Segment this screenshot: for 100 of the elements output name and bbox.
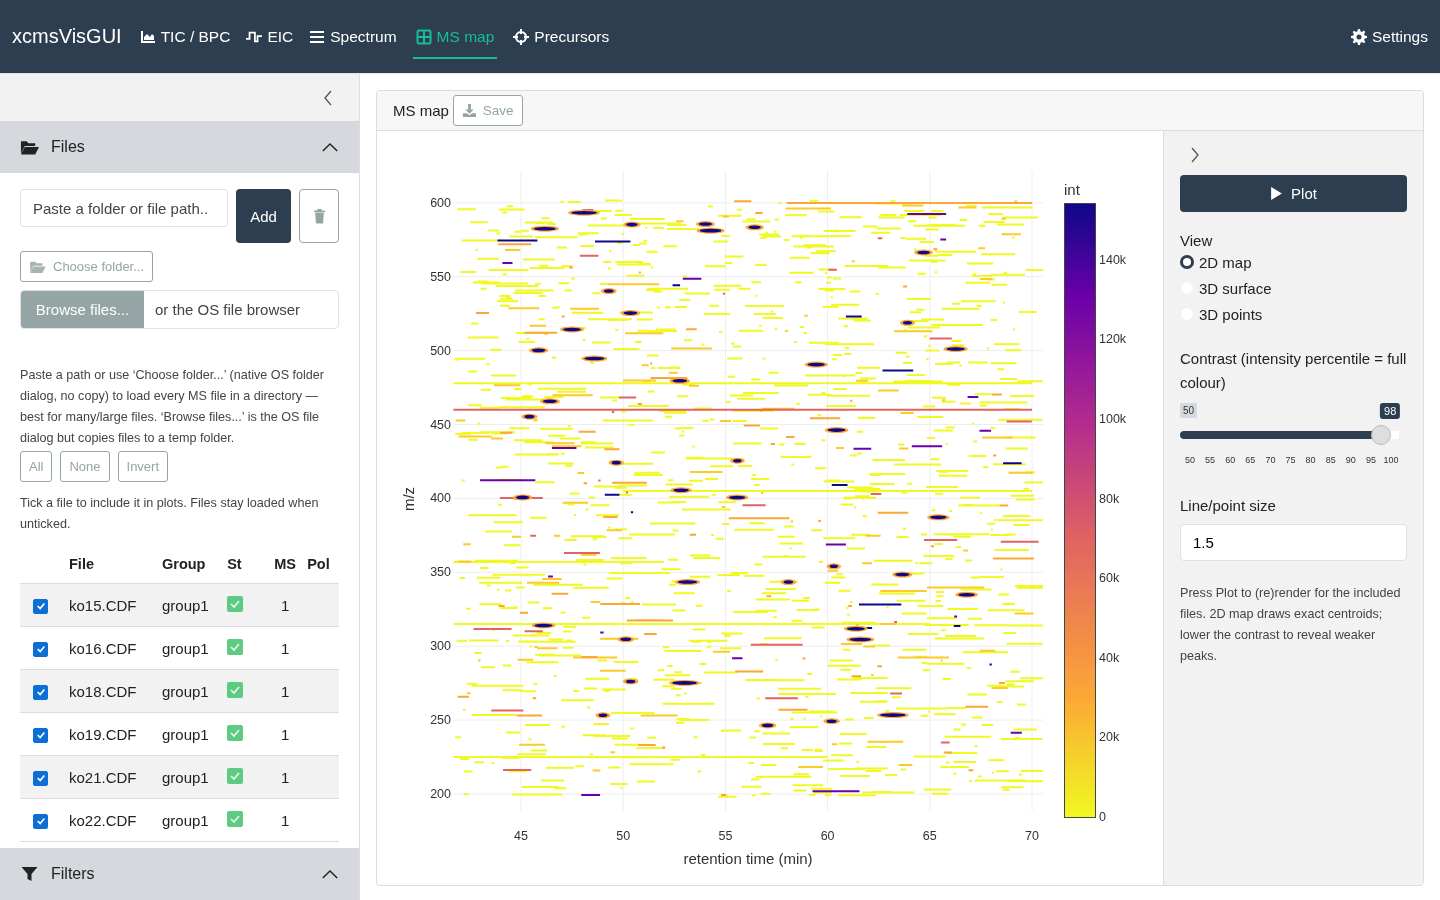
slider-handle[interactable] — [1371, 425, 1392, 445]
nav-tab[interactable]: MS map — [412, 14, 498, 59]
row-checkbox[interactable] — [33, 641, 48, 657]
checkmark-icon — [35, 601, 46, 612]
row-checkbox[interactable] — [33, 813, 48, 829]
table-cell: group1 — [161, 712, 227, 756]
files-header[interactable]: Files — [0, 121, 359, 173]
colorbar-tick-label: 80k — [1099, 491, 1120, 506]
table-cell: ko18.CDF — [68, 669, 161, 713]
table-cell: 1 — [264, 626, 307, 670]
table-cell: group1 — [161, 626, 227, 670]
colorbar-title: int — [1064, 181, 1080, 198]
settings-icon — [1351, 28, 1367, 45]
brand-title[interactable]: xcmsVisGUI — [12, 25, 122, 48]
add-button[interactable]: Add — [236, 189, 291, 243]
x-tick-label: 70 — [1025, 829, 1039, 843]
y-tick-label: 250 — [430, 713, 451, 728]
slider-tick-label: 75 — [1285, 455, 1296, 465]
view-option[interactable]: 3D surface — [1180, 275, 1407, 301]
checkmark-icon — [35, 730, 46, 741]
column-header: Pol — [306, 545, 339, 584]
area-chart-icon — [139, 28, 156, 45]
y-tick-label: 200 — [430, 787, 451, 801]
view-label: View — [1180, 232, 1214, 249]
column-header: Group — [161, 545, 227, 584]
y-tick-label: 350 — [430, 565, 451, 580]
slider-tick-label: 60 — [1225, 455, 1236, 465]
x-tick-label: 60 — [820, 829, 835, 843]
colorbar-tick-label: 60k — [1099, 571, 1120, 586]
help-text: Paste a path or use ‘Choose folder...’ (native OS folder dialog, no copy) to load every MS file in a directory — best for many/large files. ‘Browse files...’ is the OS file dialog but copies files to a temp folder. — [20, 367, 326, 447]
slider-tick-label: 95 — [1365, 455, 1376, 465]
view-option[interactable]: 3D points — [1180, 301, 1407, 327]
slider-value-label: 98 — [1380, 403, 1401, 419]
expand-icon[interactable] — [1190, 147, 1200, 163]
table-cell: ko21.CDF — [68, 755, 161, 799]
x-tick-label: 50 — [616, 829, 631, 843]
table-cell: 1 — [264, 755, 307, 799]
colorbar-tick-label: 140k — [1099, 252, 1127, 267]
table-cell: 1 — [264, 583, 307, 627]
crosshair-icon — [513, 28, 530, 45]
y-tick-label: 300 — [430, 639, 451, 654]
slider-tick-label: 55 — [1205, 455, 1216, 465]
slider-tick-label: 70 — [1265, 455, 1276, 465]
plot-button[interactable]: Plot — [1180, 175, 1407, 212]
filters-header[interactable]: Filters — [0, 848, 359, 900]
colorbar-tick-label: 20k — [1099, 730, 1120, 745]
view-option[interactable]: 2D map — [1180, 249, 1407, 275]
slider-tick-label: 85 — [1325, 455, 1336, 465]
column-header: MS — [264, 545, 307, 584]
help-text: Press Plot to (re)render for the included files. 2D map draws exact centroids; lower the contrast to reveal weaker peaks. — [1180, 585, 1402, 665]
column-header: File — [68, 545, 161, 584]
table-cell: ko22.CDF — [68, 798, 161, 842]
slider-tick-label: 65 — [1245, 455, 1256, 465]
slider-tick-label: 50 — [1185, 455, 1195, 465]
table-cell: 1 — [264, 669, 307, 713]
table-cell: 1 — [264, 712, 307, 756]
nav-tab[interactable]: Spectrum — [309, 14, 397, 59]
path-field[interactable]: Paste a folder or file path.. — [20, 189, 228, 227]
filter-icon — [20, 866, 39, 882]
folder-icon — [20, 139, 39, 155]
x-tick-label: 65 — [922, 829, 937, 843]
size-field[interactable]: 1.5 — [1180, 524, 1407, 561]
colorbar-tick-label: 120k — [1099, 332, 1127, 347]
slider-tick-label: 80 — [1305, 455, 1316, 465]
chevron-icon — [321, 868, 339, 880]
y-axis-label: m/z — [400, 486, 417, 512]
y-tick-label: 550 — [430, 269, 451, 284]
size-label: Line/point size — [1180, 497, 1277, 514]
checkmark-icon — [35, 773, 46, 784]
table-cell: group1 — [161, 669, 227, 713]
y-tick-label: 450 — [430, 417, 451, 432]
x-tick-label: 45 — [514, 829, 528, 843]
row-checkbox[interactable] — [33, 727, 48, 743]
menu-icon — [309, 28, 326, 45]
collapse-icon[interactable] — [323, 89, 333, 106]
nav-tab[interactable]: EIC — [246, 14, 294, 59]
colorbar-tick-label: 40k — [1099, 650, 1120, 665]
checkmark-icon — [35, 687, 46, 698]
download-icon — [461, 103, 477, 118]
contrast-label: Contrast (intensity percentile = full colour) — [1180, 349, 1407, 393]
radio-button[interactable] — [1180, 255, 1194, 269]
chevron-icon — [321, 141, 339, 153]
x-axis-label: retention time (min) — [683, 850, 813, 867]
trash-icon — [312, 208, 326, 224]
row-checkbox[interactable] — [33, 684, 48, 700]
table-cell: ko16.CDF — [68, 626, 161, 670]
grid-icon — [415, 28, 432, 45]
colorbar-tick-label: 0 — [1099, 810, 1106, 824]
row-checkbox[interactable] — [33, 598, 48, 614]
row-checkbox[interactable] — [33, 770, 48, 786]
table-cell: group1 — [161, 583, 227, 627]
folder-icon — [29, 260, 46, 273]
settings-link[interactable]: Settings — [1351, 14, 1428, 59]
nav-tab[interactable]: TIC / BPC — [139, 14, 231, 59]
colorbar-tick-label: 100k — [1099, 412, 1127, 426]
checkmark-icon — [35, 644, 46, 655]
nav-tab[interactable]: Precursors — [513, 14, 610, 59]
column-header: St — [226, 545, 265, 584]
table-cell: ko15.CDF — [68, 583, 161, 627]
delete-button[interactable] — [299, 189, 339, 243]
